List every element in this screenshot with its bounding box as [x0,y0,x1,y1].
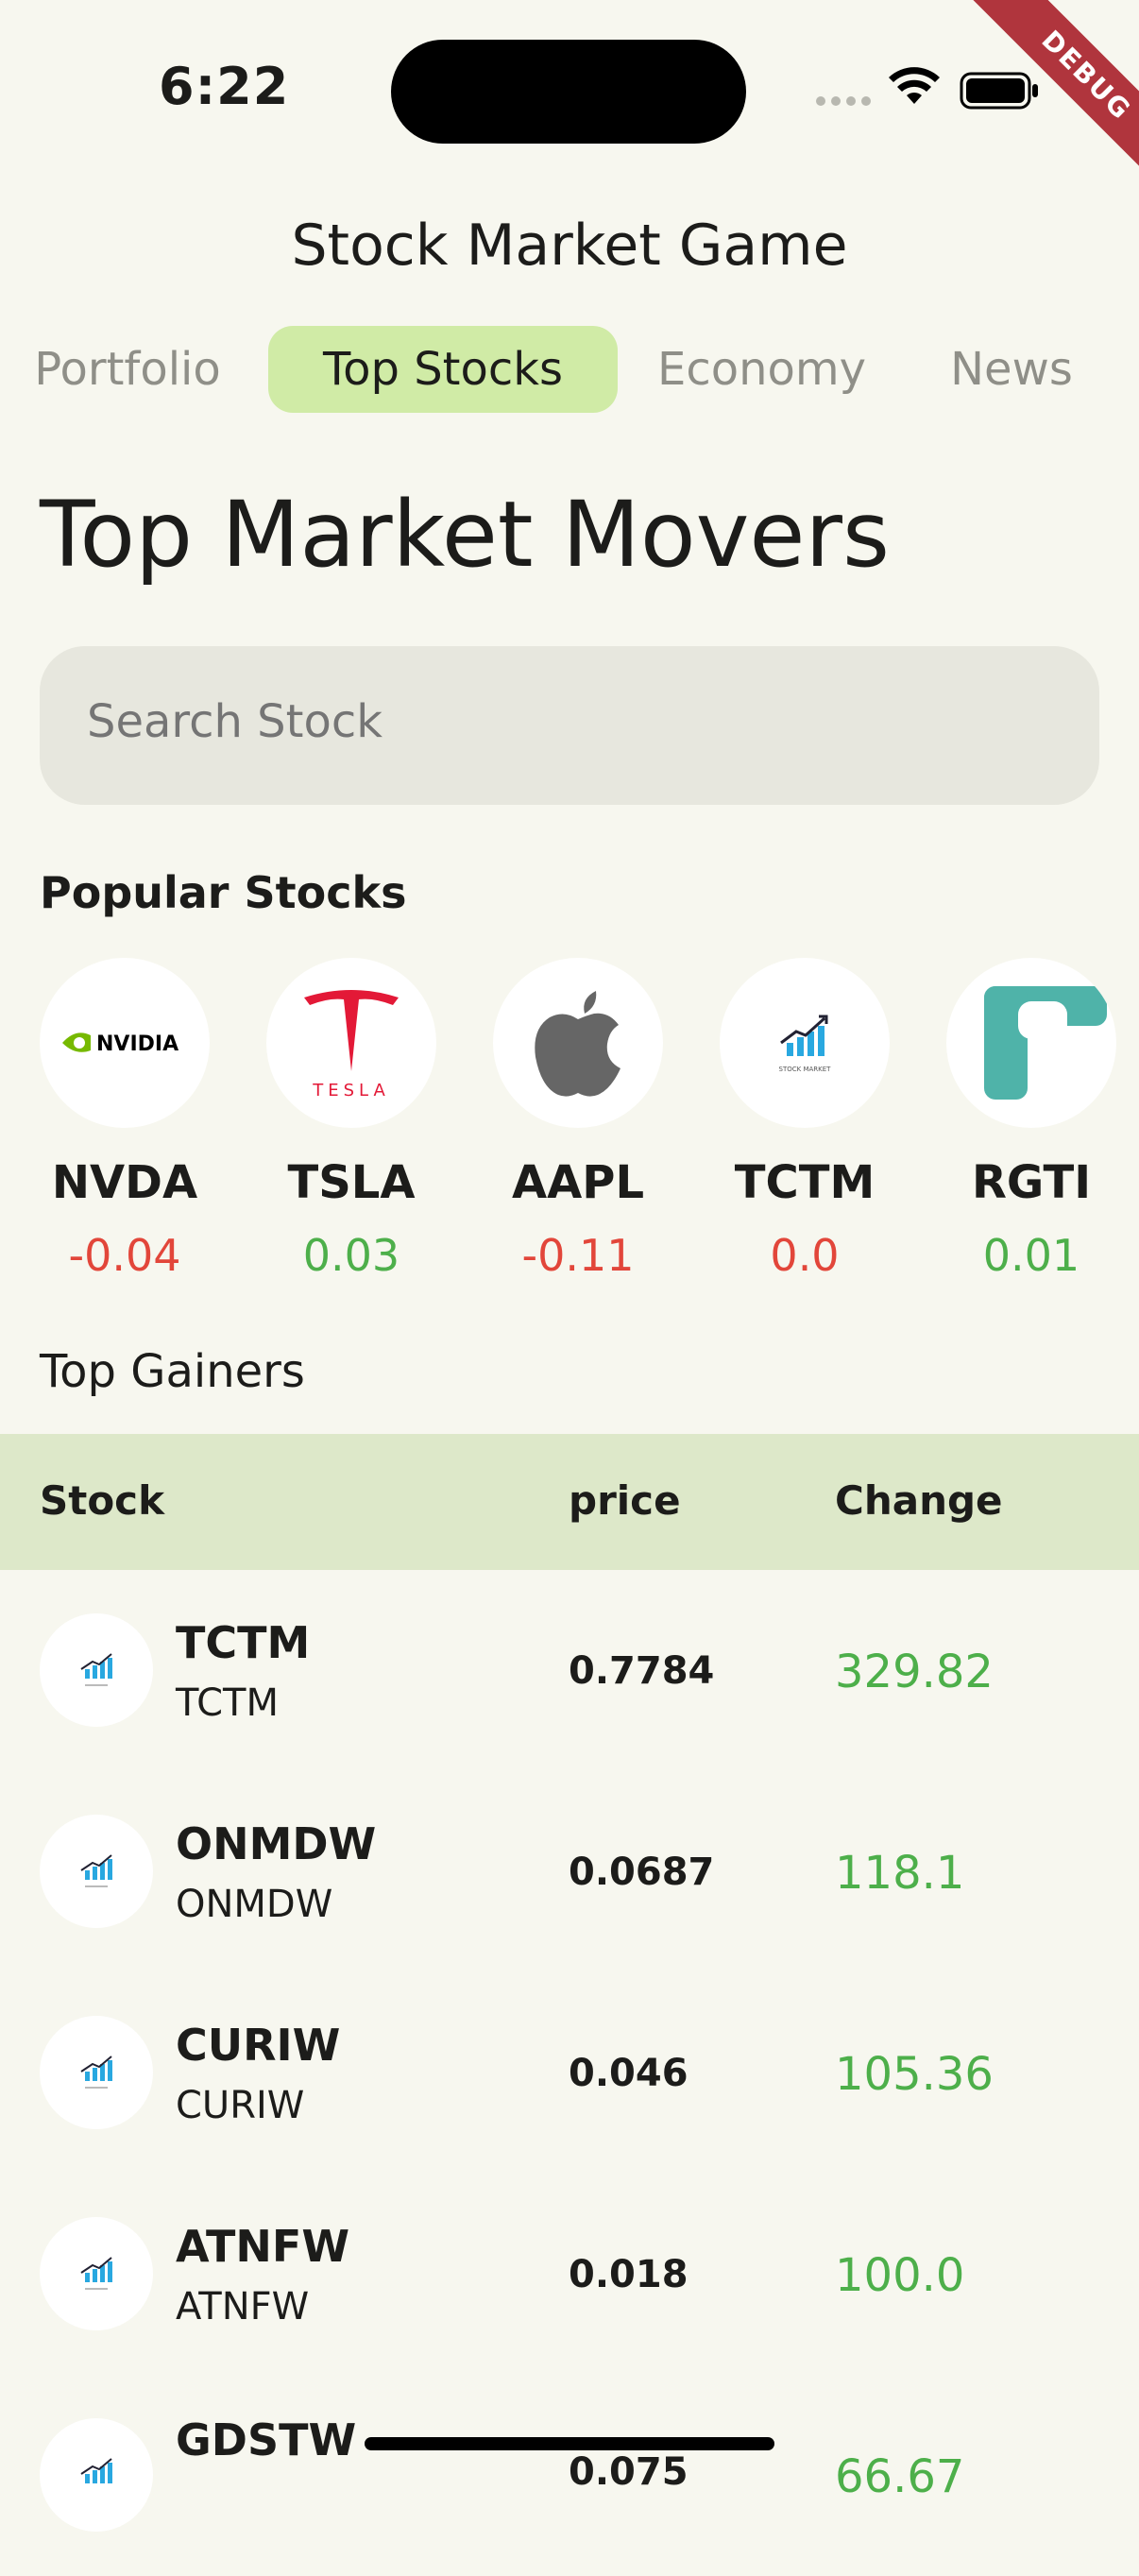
stock-change: 105.36 [835,2048,994,2101]
stock-price: 0.018 [569,2253,688,2296]
stock-symbol: ONMDW [176,1818,377,1869]
stock-price: 0.7784 [569,1649,715,1693]
table-row[interactable]: ATNFW ATNFW 0.018 100.0 [0,2174,1139,2375]
stock-market-logo-icon [40,1815,153,1928]
popular-stock-tsla[interactable]: TESLA TSLA 0.03 [266,958,436,1281]
stock-change: 66.67 [835,2450,965,2503]
popular-stocks-heading: Popular Stocks [40,867,407,918]
wifi-icon [888,66,941,111]
table-row[interactable]: ONMDW ONMDW 0.0687 118.1 [0,1771,1139,1972]
tab-portfolio[interactable]: Portfolio [26,326,229,413]
stock-symbol: TCTM [176,1617,311,1668]
tab-top-stocks[interactable]: Top Stocks [268,326,618,413]
column-header-stock: Stock [40,1477,165,1524]
cellular-signal-icon [816,96,871,106]
stock-symbol: ATNFW [176,2221,350,2272]
popular-stock-tctm[interactable]: STOCK MARKET TCTM 0.0 [720,958,890,1281]
apple-logo-icon [493,958,663,1128]
stock-price: 0.0687 [569,1851,715,1894]
stock-change: 118.1 [835,1847,965,1900]
table-row[interactable]: TCTM TCTM 0.7784 329.82 [0,1570,1139,1771]
svg-text:NVIDIA: NVIDIA [96,1032,178,1056]
nvidia-logo-icon: NVIDIA [40,958,210,1128]
popular-stock-rgti[interactable]: RGTI 0.01 [946,958,1116,1281]
popular-stock-nvda[interactable]: NVIDIA NVDA -0.04 [40,958,210,1281]
popular-stock-ticker: TSLA [287,1156,416,1209]
popular-stock-change: 0.0 [770,1230,840,1281]
tab-economy[interactable]: Economy [657,326,866,413]
stock-name: CURIW [176,2084,305,2127]
table-row[interactable]: GDSTW 0.075 66.67 [0,2375,1139,2576]
popular-stock-change: 0.01 [982,1230,1080,1281]
battery-icon [960,70,1041,115]
rigetti-logo-icon [946,958,1116,1128]
stock-market-logo-icon [40,2418,153,2532]
popular-stock-ticker: NVDA [51,1156,198,1209]
home-indicator[interactable] [365,2437,774,2450]
popular-stock-aapl[interactable]: AAPL -0.11 [493,958,663,1281]
popular-stock-ticker: RGTI [971,1156,1092,1209]
column-header-price: price [569,1477,681,1524]
stock-name: ONMDW [176,1883,333,1926]
search-input[interactable] [87,695,1031,748]
stock-market-logo-icon [40,2016,153,2129]
app-title: Stock Market Game [291,213,848,279]
svg-text:TESLA: TESLA [312,1081,390,1100]
stock-change: 100.0 [835,2249,965,2302]
stock-symbol: GDSTW [176,2414,357,2465]
column-header-change: Change [835,1477,1003,1524]
stock-name: TCTM [176,1681,279,1725]
stock-price: 0.075 [569,2450,688,2494]
popular-stock-ticker: TCTM [734,1156,876,1209]
top-gainers-heading: Top Gainers [40,1345,305,1398]
stock-market-logo-icon [40,2217,153,2330]
dynamic-island [391,40,746,144]
stock-market-logo-icon [40,1613,153,1727]
stock-market-logo-icon: STOCK MARKET [720,958,890,1128]
stock-name: ATNFW [176,2285,310,2329]
stock-change: 329.82 [835,1646,994,1698]
popular-stock-change: -0.04 [68,1230,181,1281]
table-row[interactable]: CURIW CURIW 0.046 105.36 [0,1972,1139,2174]
popular-stock-change: -0.11 [521,1230,635,1281]
stock-symbol: CURIW [176,2020,341,2071]
popular-stock-ticker: AAPL [511,1156,645,1209]
svg-text:STOCK MARKET: STOCK MARKET [779,1066,832,1073]
stock-price: 0.046 [569,2052,688,2095]
tesla-logo-icon: TESLA [266,958,436,1128]
status-time: 6:22 [159,57,290,116]
popular-stock-change: 0.03 [302,1230,400,1281]
page-title: Top Market Movers [40,482,890,588]
tab-news[interactable]: News [941,326,1082,413]
